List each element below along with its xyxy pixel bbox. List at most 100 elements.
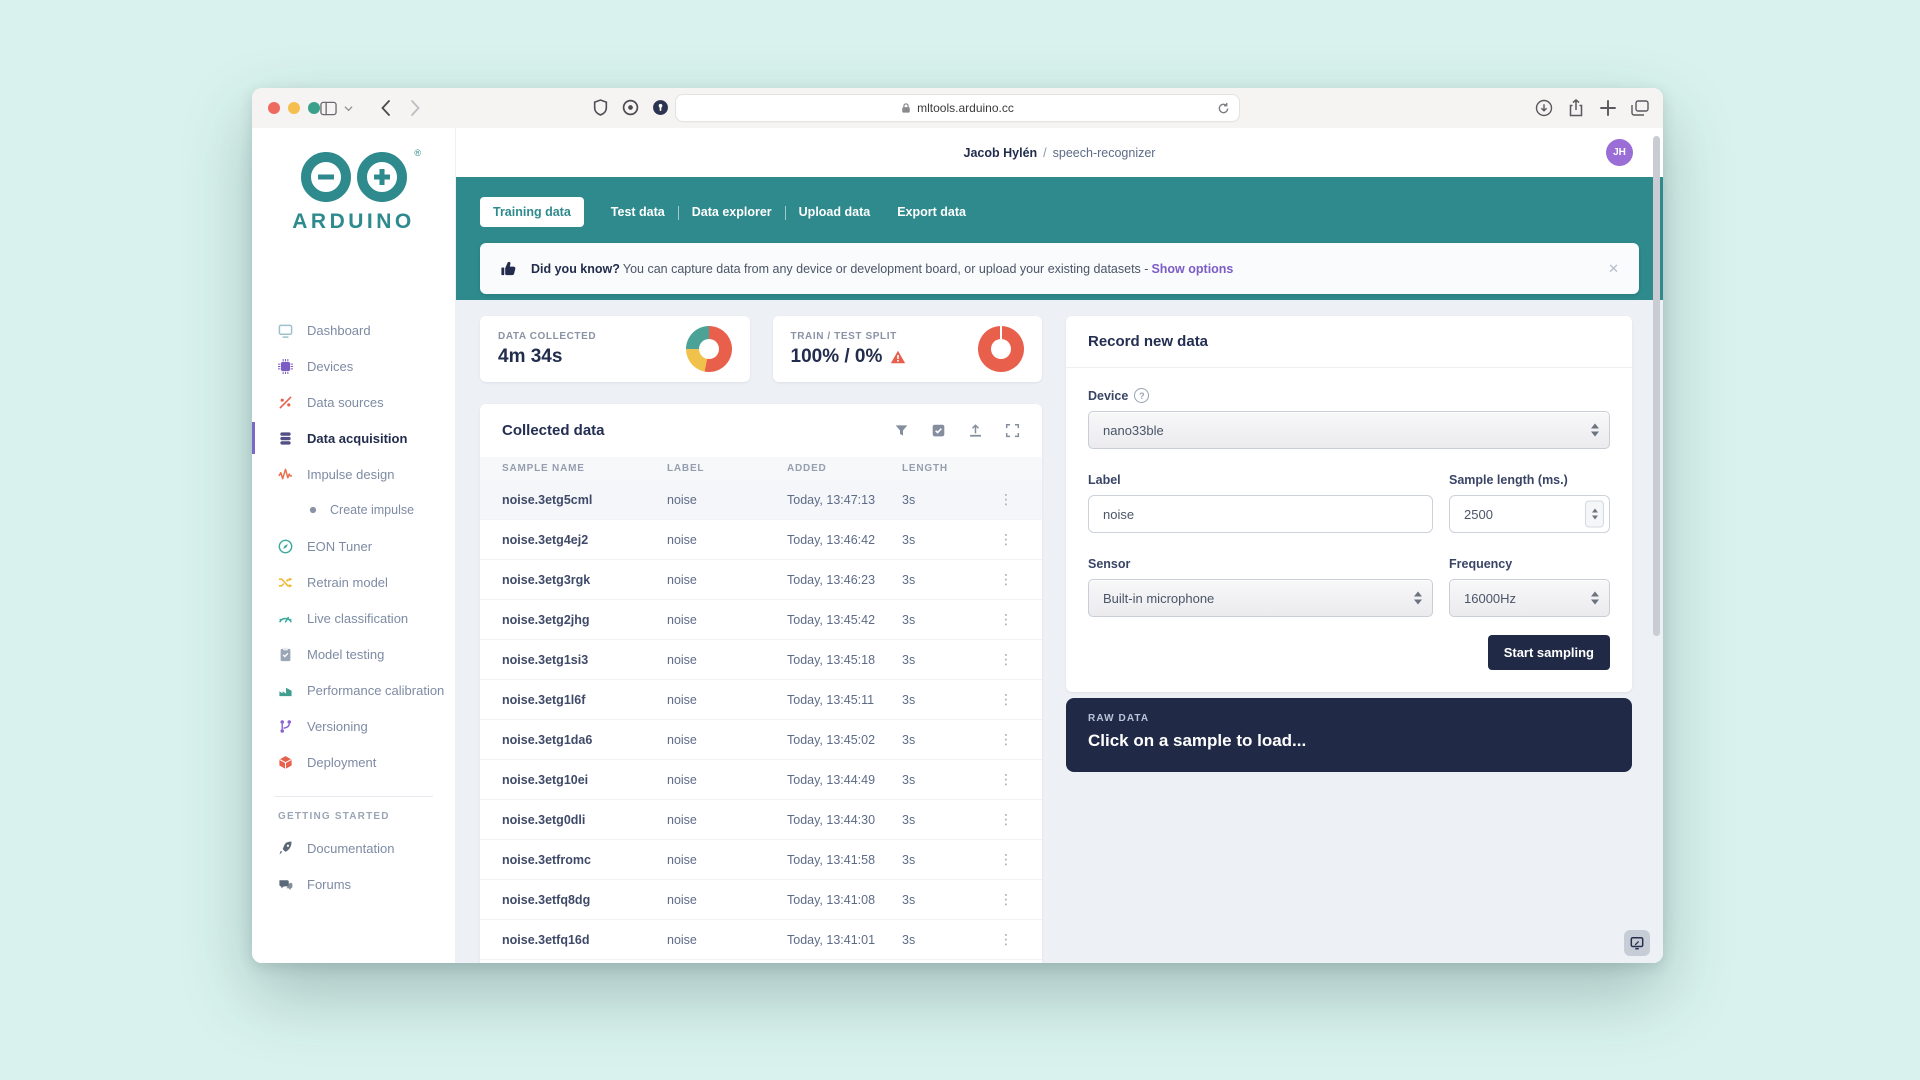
- tab[interactable]: Training data: [480, 197, 584, 227]
- tab[interactable]: Upload data: [799, 197, 871, 227]
- sidebar-item[interactable]: Devices: [252, 348, 455, 384]
- avatar[interactable]: JH: [1606, 139, 1633, 166]
- plus-icon[interactable]: [1599, 99, 1617, 117]
- row-menu-icon[interactable]: ⋮: [992, 611, 1020, 628]
- download-icon[interactable]: [1535, 99, 1553, 117]
- extension-icon[interactable]: [622, 99, 639, 116]
- sidebar-item[interactable]: Forums: [252, 866, 455, 902]
- sidebar-item-label: Performance calibration: [307, 683, 444, 698]
- upload-icon[interactable]: [968, 423, 983, 438]
- sidebar-item-label: Data acquisition: [307, 431, 407, 446]
- label-input[interactable]: [1088, 495, 1433, 533]
- record-title: Record new data: [1088, 333, 1208, 350]
- feedback-button[interactable]: [1624, 930, 1650, 956]
- sample-label: noise: [667, 533, 787, 547]
- checkbox-icon[interactable]: [931, 423, 946, 438]
- frequency-label: Frequency: [1449, 557, 1610, 571]
- table-row[interactable]: noise.3etg1da6 noise Today, 13:45:02 3s …: [480, 720, 1042, 760]
- row-menu-icon[interactable]: ⋮: [992, 931, 1020, 948]
- sidebar-item[interactable]: Live classification: [252, 600, 455, 636]
- tab[interactable]: Data explorer: [692, 197, 772, 227]
- scrollbar[interactable]: [1653, 136, 1660, 636]
- sidebar-item[interactable]: Versioning: [252, 708, 455, 744]
- sidebar-item[interactable]: Impulse design: [252, 456, 455, 492]
- traffic-light[interactable]: [308, 102, 320, 114]
- table-row[interactable]: noise.3etg10ei noise Today, 13:44:49 3s …: [480, 760, 1042, 800]
- sidebar-item[interactable]: Model testing: [252, 636, 455, 672]
- row-menu-icon[interactable]: ⋮: [992, 771, 1020, 788]
- sample-length: 3s: [902, 573, 992, 587]
- table-row[interactable]: noise.3etfq8dg noise Today, 13:41:08 3s …: [480, 880, 1042, 920]
- arduino-logo: ® ARDUINO: [252, 150, 455, 234]
- row-menu-icon[interactable]: ⋮: [992, 491, 1020, 508]
- project-name[interactable]: speech-recognizer: [1053, 146, 1156, 160]
- browser-toolbar-right: [1535, 99, 1649, 117]
- table-row[interactable]: noise.3etg1l6f noise Today, 13:45:11 3s …: [480, 680, 1042, 720]
- table-row[interactable]: noise.3etfq16d noise Today, 13:41:01 3s …: [480, 920, 1042, 960]
- user-name[interactable]: Jacob Hylén: [964, 146, 1038, 160]
- row-menu-icon[interactable]: ⋮: [992, 571, 1020, 588]
- sample-length: 3s: [902, 613, 992, 627]
- expand-icon[interactable]: [1005, 423, 1020, 438]
- frequency-select[interactable]: 16000Hz: [1449, 579, 1610, 617]
- raw-data-message: Click on a sample to load...: [1088, 731, 1610, 751]
- table-row[interactable]: noise.3etg0dli noise Today, 13:44:30 3s …: [480, 800, 1042, 840]
- tab[interactable]: Export data: [897, 197, 966, 227]
- table-row[interactable]: noise.3etg5cml noise Today, 13:47:13 3s …: [480, 480, 1042, 520]
- sidebar-item[interactable]: Performance calibration: [252, 672, 455, 708]
- filter-icon[interactable]: [894, 423, 909, 438]
- help-icon[interactable]: ?: [1134, 388, 1149, 403]
- sidebar-item[interactable]: Create impulse: [252, 492, 455, 528]
- traffic-light[interactable]: [288, 102, 300, 114]
- sidebar-item[interactable]: Data acquisition: [252, 420, 455, 456]
- row-menu-icon[interactable]: ⋮: [992, 731, 1020, 748]
- url-bar[interactable]: mltools.arduino.cc: [676, 95, 1239, 121]
- sidebar-item[interactable]: Retrain model: [252, 564, 455, 600]
- sidebar-item[interactable]: Data sources: [252, 384, 455, 420]
- sample-name: noise.3etg4ej2: [502, 533, 667, 547]
- device-select[interactable]: nano33ble: [1088, 411, 1610, 449]
- show-options-link[interactable]: Show options: [1151, 262, 1233, 276]
- sample-name: noise.3etg0dli: [502, 813, 667, 827]
- close-icon[interactable]: ✕: [1608, 261, 1619, 277]
- tabs-icon[interactable]: [1631, 99, 1649, 117]
- sample-name: noise.3etfq16d: [502, 933, 667, 947]
- back-icon[interactable]: [380, 100, 391, 116]
- sample-length: 3s: [902, 693, 992, 707]
- chevron-down-icon[interactable]: [344, 105, 353, 112]
- row-menu-icon[interactable]: ⋮: [992, 691, 1020, 708]
- row-menu-icon[interactable]: ⋮: [992, 811, 1020, 828]
- share-icon[interactable]: [1567, 99, 1585, 117]
- breadcrumb: Jacob Hylén / speech-recognizer: [456, 128, 1663, 177]
- sample-added: Today, 13:41:58: [787, 853, 902, 867]
- table-row[interactable]: noise.3etg3rgk noise Today, 13:46:23 3s …: [480, 560, 1042, 600]
- sidebar-item[interactable]: Deployment: [252, 744, 455, 780]
- table-row[interactable]: noise.3etg4ej2 noise Today, 13:46:42 3s …: [480, 520, 1042, 560]
- traffic-light[interactable]: [268, 102, 280, 114]
- row-menu-icon[interactable]: ⋮: [992, 891, 1020, 908]
- sidebar-item[interactable]: EON Tuner: [252, 528, 455, 564]
- row-menu-icon[interactable]: ⋮: [992, 651, 1020, 668]
- donut-chart: [686, 326, 732, 372]
- sidebar-item[interactable]: Dashboard: [252, 312, 455, 348]
- spinner-icon[interactable]: [1585, 501, 1604, 528]
- table-row[interactable]: noise.3etg1si3 noise Today, 13:45:18 3s …: [480, 640, 1042, 680]
- shield-icon[interactable]: [592, 99, 609, 116]
- table-row[interactable]: noise.3etg2jhg noise Today, 13:45:42 3s …: [480, 600, 1042, 640]
- privacy-icon[interactable]: [652, 99, 669, 116]
- rocket-icon: [278, 841, 293, 856]
- tab[interactable]: Test data: [611, 197, 665, 227]
- row-menu-icon[interactable]: ⋮: [992, 851, 1020, 868]
- table-row[interactable]: noise.3etfromc noise Today, 13:41:58 3s …: [480, 840, 1042, 880]
- forward-icon[interactable]: [410, 100, 421, 116]
- database-icon: [278, 431, 293, 446]
- row-menu-icon[interactable]: ⋮: [992, 531, 1020, 548]
- reload-icon[interactable]: [1217, 102, 1230, 115]
- sidebar-item[interactable]: Documentation: [252, 830, 455, 866]
- gauge-icon: [278, 539, 293, 554]
- registered-mark: ®: [414, 148, 421, 158]
- start-sampling-button[interactable]: Start sampling: [1488, 635, 1610, 670]
- sidebar-toggle-icon[interactable]: [320, 100, 337, 117]
- sensor-select[interactable]: Built-in microphone: [1088, 579, 1433, 617]
- collected-data-title: Collected data: [502, 422, 605, 439]
